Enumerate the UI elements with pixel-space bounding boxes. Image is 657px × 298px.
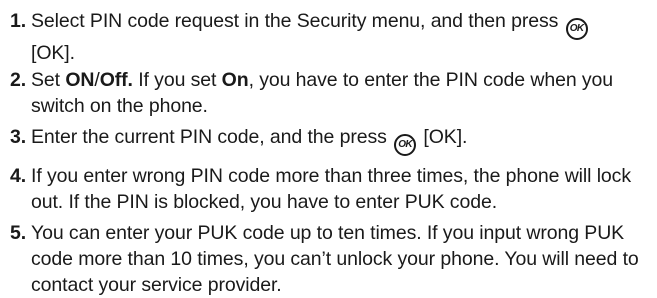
step-text: You can enter your PUK code up to ten ti… [31, 222, 639, 296]
ok-key-icon: OK [565, 18, 588, 40]
step-text: Enter the current PIN code, and the pres… [31, 124, 650, 156]
step-text: Set ON/Off. If you set On, you have to e… [31, 69, 614, 117]
step-text: If you enter wrong PIN code more than th… [31, 165, 631, 213]
step-5: 5. You can enter your PUK code up to ten… [10, 220, 650, 298]
step-2: 2. Set ON/Off. If you set On, you have t… [10, 67, 650, 119]
step-number: 2. [10, 69, 27, 91]
ok-key-icon: OK [394, 134, 417, 156]
step-number: 3. [10, 126, 27, 148]
step-4: 4. If you enter wrong PIN code more than… [10, 163, 650, 215]
step-number: 5. [10, 222, 27, 244]
step-number: 1. [10, 10, 27, 32]
step-1: 1. Select PIN code request in the Securi… [10, 8, 650, 66]
step-3: 3. Enter the current PIN code, and the p… [10, 124, 650, 156]
instruction-page: 1. Select PIN code request in the Securi… [0, 0, 657, 298]
step-text: Select PIN code request in the Security … [31, 8, 650, 66]
step-number: 4. [10, 165, 27, 187]
